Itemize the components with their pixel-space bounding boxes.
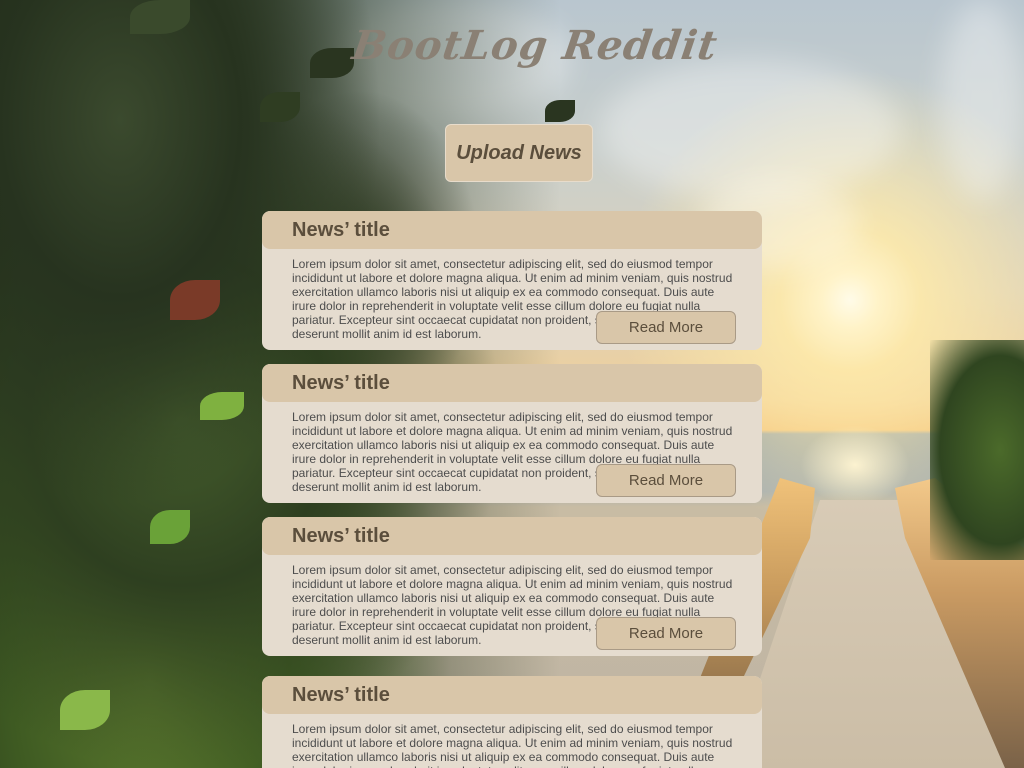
news-card: News’ title Lorem ipsum dolor sit amet, … [262, 517, 762, 656]
news-card: News’ title Lorem ipsum dolor sit amet, … [262, 676, 762, 768]
news-text: Lorem ipsum dolor sit amet, consectetur … [292, 722, 733, 768]
read-more-button[interactable]: Read More [596, 311, 736, 344]
news-title: News’ title [262, 676, 762, 714]
foliage-right [930, 340, 1024, 560]
news-card: News’ title Lorem ipsum dolor sit amet, … [262, 211, 762, 350]
news-title: News’ title [262, 517, 762, 555]
read-more-button[interactable]: Read More [596, 617, 736, 650]
leaf [170, 280, 220, 320]
sun-reflection [800, 425, 910, 505]
leaf [545, 100, 575, 122]
leaf [60, 690, 110, 730]
site-title: BootLog Reddit [349, 22, 721, 69]
read-more-button[interactable]: Read More [596, 464, 736, 497]
cloud [600, 60, 900, 200]
leaf [260, 92, 300, 122]
news-body: Lorem ipsum dolor sit amet, consectetur … [262, 714, 762, 768]
leaf [200, 392, 244, 420]
news-title: News’ title [262, 364, 762, 402]
leaf [150, 510, 190, 544]
upload-news-button[interactable]: Upload News [445, 124, 593, 182]
news-title: News’ title [262, 211, 762, 249]
news-card: News’ title Lorem ipsum dolor sit amet, … [262, 364, 762, 503]
